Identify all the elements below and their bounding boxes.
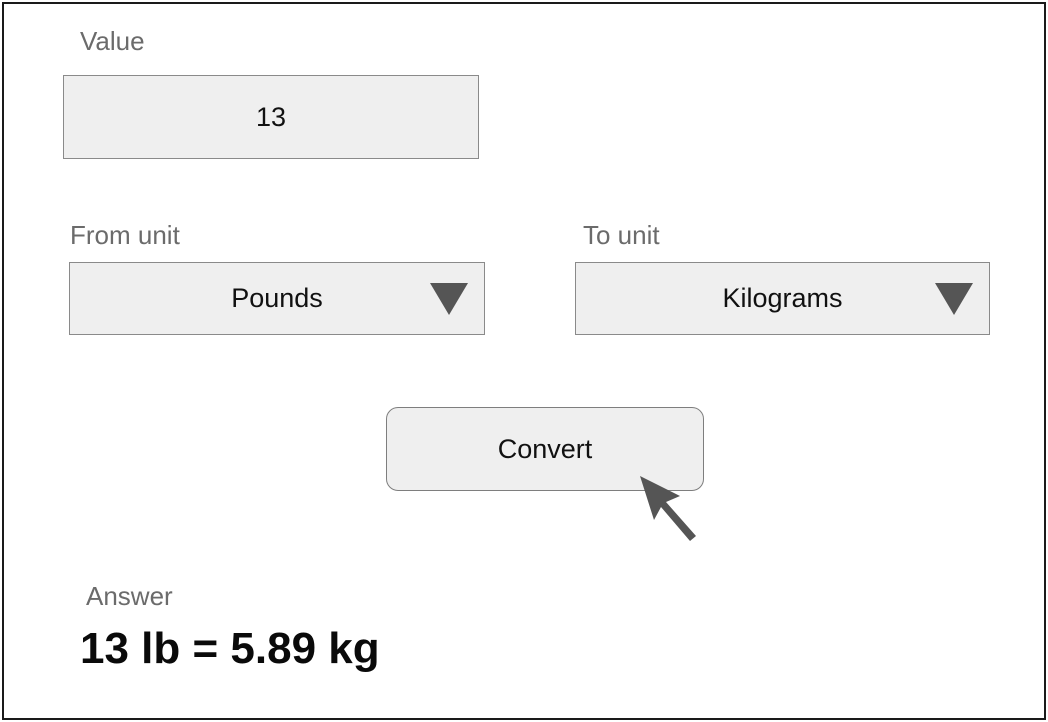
from-unit-label: From unit (70, 220, 180, 250)
from-unit-value: Pounds (231, 283, 323, 313)
answer-label: Answer (86, 581, 173, 611)
value-label: Value (80, 26, 145, 56)
to-unit-select[interactable]: Kilograms (575, 262, 990, 335)
answer-result: 13 lb = 5.89 kg (80, 624, 380, 673)
arrow-cursor-icon (640, 476, 696, 541)
from-unit-select[interactable]: Pounds (69, 262, 485, 335)
chevron-down-icon (935, 283, 973, 315)
to-unit-value: Kilograms (722, 283, 843, 313)
chevron-down-icon (430, 283, 468, 315)
value-input[interactable]: 13 (63, 75, 479, 159)
to-unit-label: To unit (583, 220, 660, 250)
